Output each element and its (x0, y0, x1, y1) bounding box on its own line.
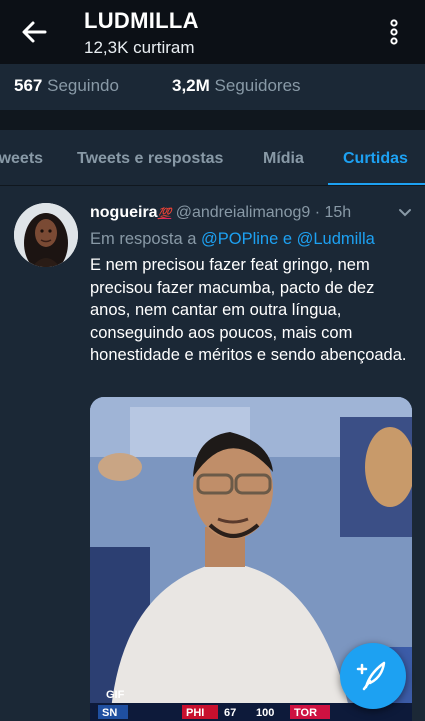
tab-media[interactable]: Mídia (263, 150, 304, 168)
profile-tabs: Tweets Tweets e respostas Mídia Curtidas (0, 130, 425, 186)
arrow-left-icon[interactable] (18, 14, 50, 50)
reply-mentions[interactable]: @POPline e @Ludmilla (201, 230, 375, 248)
scoreboard-team-home: PHI (186, 707, 204, 719)
profile-stats: 567 Seguindo 3,2M Seguidores (0, 64, 425, 110)
tab-tweets[interactable]: Tweets (0, 150, 43, 168)
author-name[interactable]: nogueira (90, 204, 158, 221)
likes-count-subtitle: 12,3K curtiram (84, 38, 195, 57)
more-vertical-icon[interactable] (386, 16, 402, 48)
following-count: 567 (14, 76, 43, 95)
compose-tweet-button[interactable] (340, 643, 406, 709)
compose-feather-icon (356, 661, 386, 691)
tweet-timestamp[interactable]: 15h (325, 204, 352, 221)
scoreboard-network: SN (102, 707, 117, 719)
reply-context: Em resposta a @POPline e @Ludmilla (90, 230, 375, 249)
app-header: LUDMILLA 12,3K curtiram (0, 0, 425, 64)
hundred-points-emoji: 💯 (157, 208, 172, 220)
chevron-down-icon[interactable] (398, 208, 412, 218)
scoreboard-team-away: TOR (294, 707, 317, 719)
following-stat[interactable]: 567 Seguindo (14, 76, 119, 96)
avatar-image (14, 203, 78, 267)
tab-likes[interactable]: Curtidas (343, 150, 408, 168)
followers-label: Seguidores (214, 76, 301, 95)
scoreboard-score-away: 100 (256, 707, 274, 719)
profile-title: LUDMILLA (84, 8, 199, 33)
followers-stat[interactable]: 3,2M Seguidores (172, 76, 301, 96)
tweet-card[interactable]: nogueira💯 @andreialimanog9 · 15h Em resp… (0, 186, 425, 721)
author-handle[interactable]: @andreialimanog9 (176, 204, 311, 221)
avatar[interactable] (14, 203, 78, 267)
meta-separator: · (314, 204, 321, 221)
reply-prefix: Em resposta a (90, 230, 197, 248)
following-label: Seguindo (47, 76, 119, 95)
tweet-text: E nem precisou fazer feat gringo, nem pr… (90, 256, 407, 364)
section-divider (0, 110, 425, 130)
tab-tweets-and-replies[interactable]: Tweets e respostas (77, 150, 223, 168)
tweet-author-line: nogueira💯 @andreialimanog9 · 15h (90, 204, 351, 222)
scoreboard-score-home: 67 (224, 707, 236, 719)
followers-count: 3,2M (172, 76, 210, 95)
gif-badge: GIF (106, 689, 125, 701)
